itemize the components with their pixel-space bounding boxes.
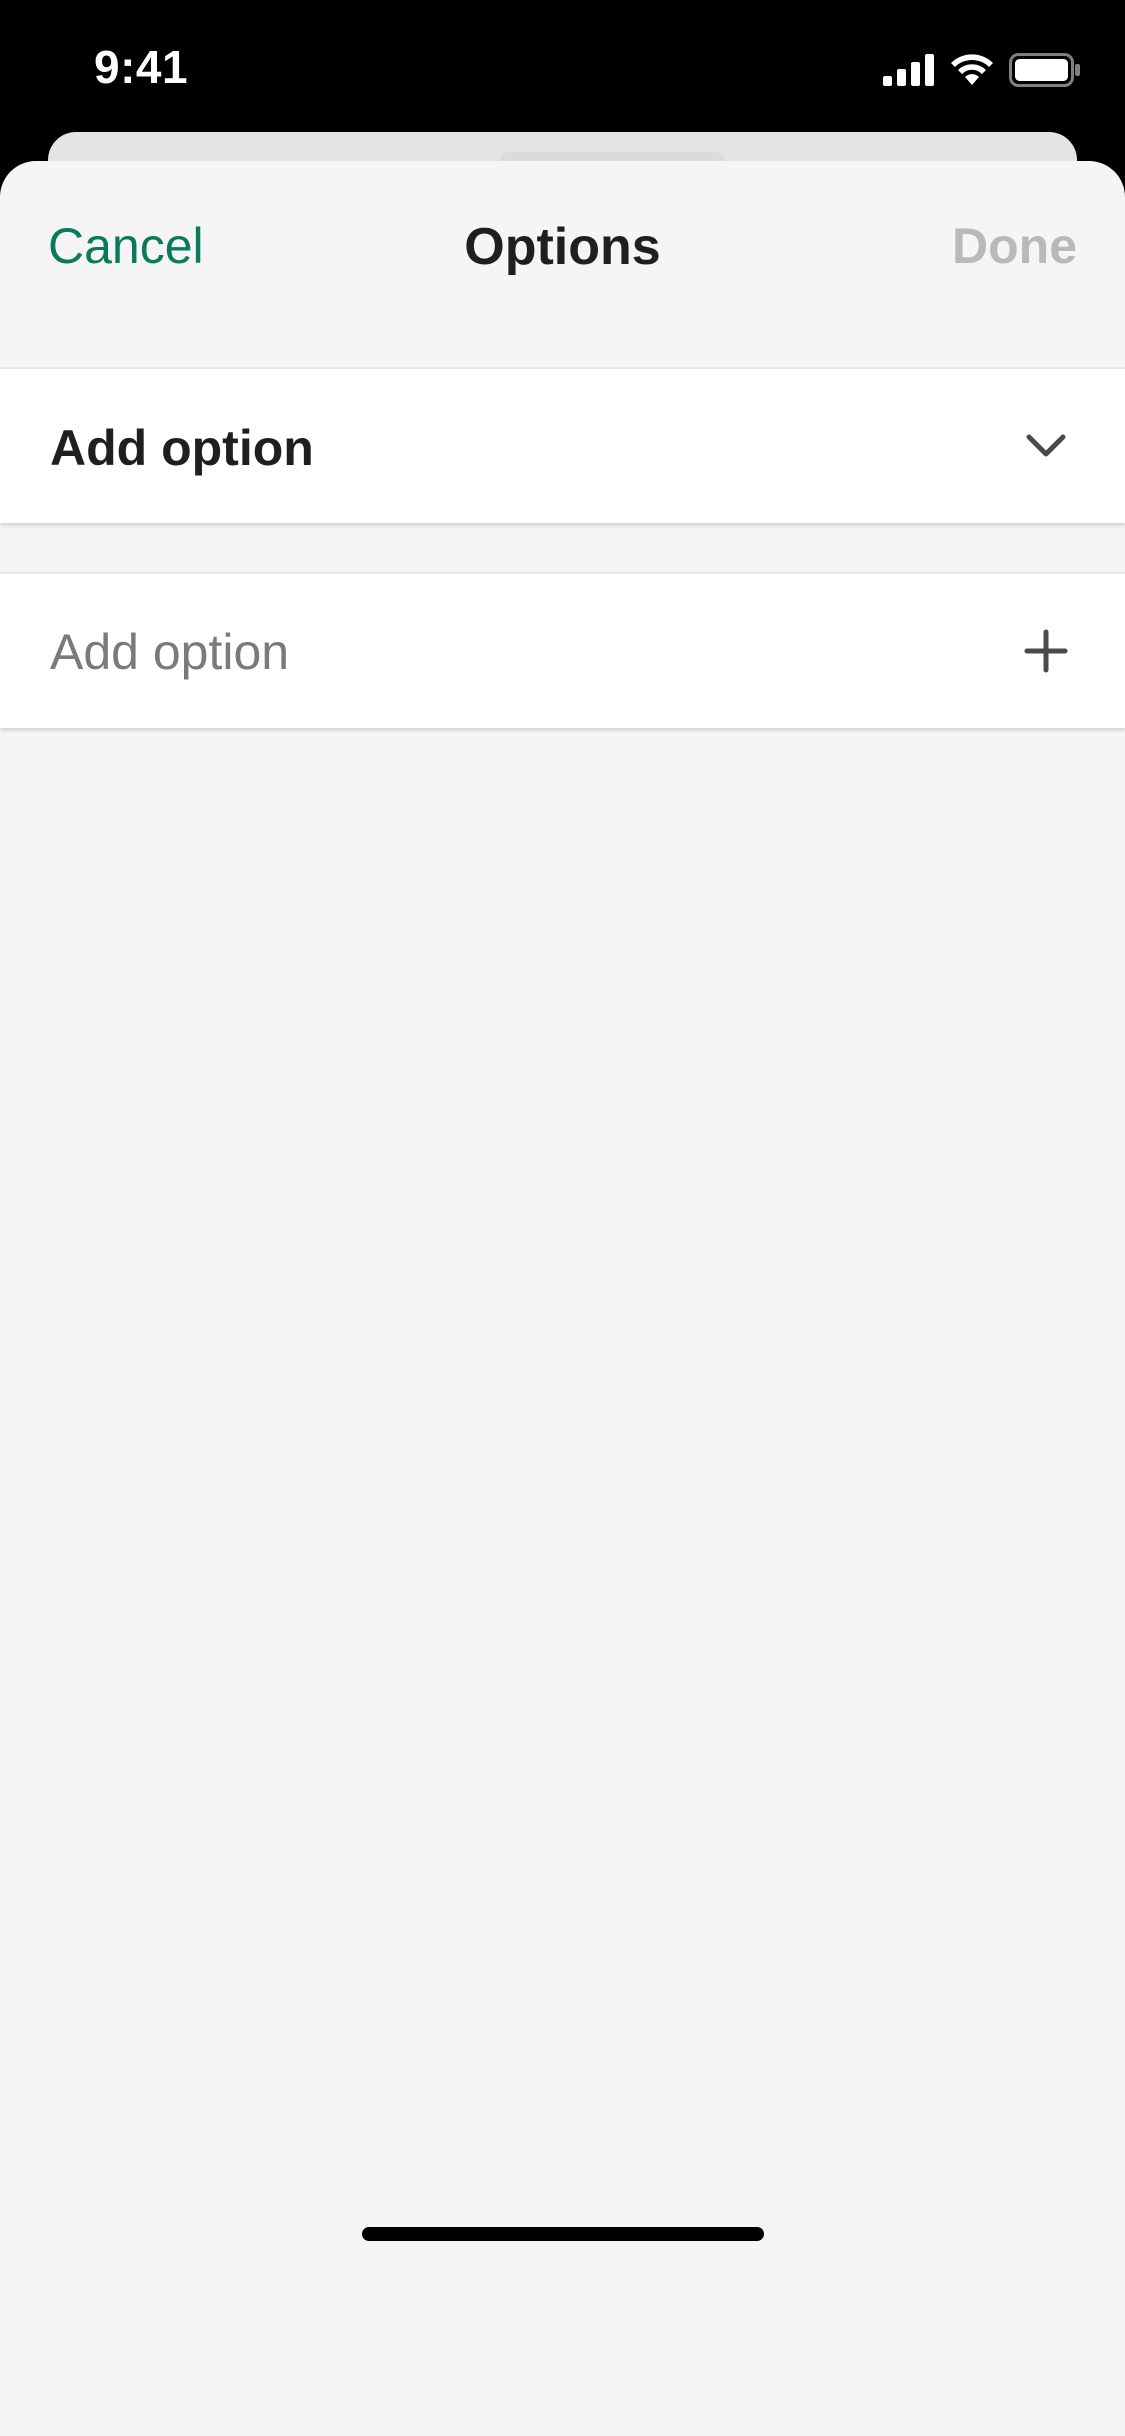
signal-icon xyxy=(883,54,934,86)
done-button[interactable]: Done xyxy=(952,217,1077,275)
add-option-input[interactable] xyxy=(50,604,950,700)
battery-icon xyxy=(1009,53,1080,87)
add-option-row xyxy=(0,572,1125,728)
status-icons xyxy=(883,50,1081,90)
home-indicator[interactable] xyxy=(362,2227,764,2241)
options-sheet: Cancel Options Done Add option xyxy=(0,161,1125,2436)
add-option-dropdown[interactable]: Add option xyxy=(0,367,1125,523)
status-time: 9:41 xyxy=(94,41,189,93)
chevron-down-icon xyxy=(1026,434,1066,457)
add-option-dropdown-label: Add option xyxy=(50,420,314,476)
plus-icon[interactable] xyxy=(1021,626,1071,676)
wifi-icon xyxy=(951,54,993,85)
navigation-bar: Cancel Options Done xyxy=(0,161,1125,367)
